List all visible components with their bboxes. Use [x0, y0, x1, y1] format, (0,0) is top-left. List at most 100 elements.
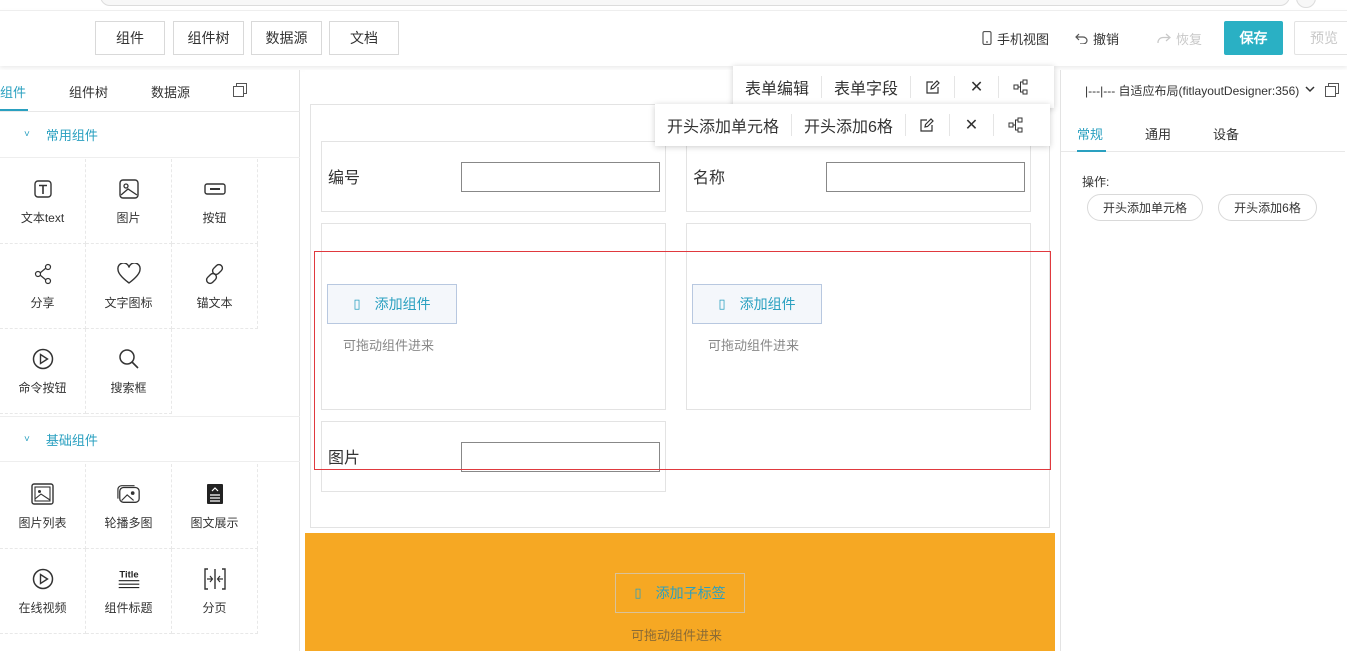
- article-icon: [203, 482, 227, 506]
- component-label: 文字图标: [104, 295, 153, 310]
- close-icon[interactable]: ✕: [955, 76, 1000, 98]
- form-fields-button[interactable]: 表单字段: [822, 76, 912, 98]
- browser-address-strip: [0, 0, 1347, 10]
- image-icon: [117, 177, 141, 201]
- redo-button[interactable]: 恢复: [1157, 28, 1202, 48]
- component-item-image-list[interactable]: 图片列表: [0, 464, 86, 549]
- text-icon: [31, 177, 55, 201]
- tab-common[interactable]: 通用: [1145, 124, 1171, 143]
- prepend-six-action-button[interactable]: 开头添加6格: [1218, 194, 1317, 221]
- prepend-cell-button[interactable]: 开头添加单元格: [655, 114, 793, 136]
- chevron-down-icon: ˅: [24, 433, 30, 445]
- heart-icon: [116, 262, 141, 286]
- form-field-name[interactable]: 名称: [686, 141, 1031, 212]
- hierarchy-icon[interactable]: [994, 114, 1038, 136]
- datasource-button[interactable]: 数据源: [251, 21, 322, 55]
- image-list-icon: [30, 482, 55, 506]
- carousel-icon: [116, 482, 141, 506]
- undo-icon: [1075, 33, 1088, 44]
- field-label: 名称: [693, 170, 726, 187]
- component-label: 在线视频: [18, 600, 67, 615]
- component-library-panel: 组件 组件树 数据源 ˅ 常用组件 文本text 图片 按钮 分享 文字图标 锚…: [0, 70, 300, 651]
- component-item-carousel[interactable]: 轮播多图: [86, 464, 172, 549]
- copy-icon[interactable]: [233, 83, 247, 100]
- section-title: 常用组件: [45, 128, 98, 143]
- form-field-number[interactable]: 编号: [321, 141, 666, 212]
- edit-icon[interactable]: [911, 76, 956, 98]
- mobile-view-label: 手机视图: [997, 31, 1050, 47]
- form-container[interactable]: 编号 名称 ▯ 添加组件 可拖动组件进来 ▯ 添加组件 可拖动组件进来 图片: [310, 104, 1051, 528]
- form-toolbar-popover: 表单编辑 表单字段 ✕: [733, 66, 1054, 108]
- save-button[interactable]: 保存: [1224, 21, 1283, 55]
- tabs-component[interactable]: ▯ 添加子标签 可拖动组件进来: [305, 533, 1055, 651]
- undo-button[interactable]: 撤销: [1075, 28, 1119, 48]
- component-item-anchor-text[interactable]: 锚文本: [172, 244, 258, 329]
- component-label: 轮播多图: [104, 515, 153, 530]
- component-item-command-button[interactable]: 命令按钮: [0, 329, 86, 414]
- tab-general[interactable]: 常规: [1077, 124, 1103, 143]
- chevron-down-icon: ˅: [24, 129, 30, 140]
- component-item-image[interactable]: 图片: [86, 159, 172, 244]
- component-label: 搜索框: [110, 380, 147, 395]
- component-item-search-box[interactable]: 搜索框: [86, 329, 172, 414]
- section-basic-components[interactable]: ˅ 基础组件: [0, 416, 300, 462]
- section-common-components[interactable]: ˅ 常用组件: [0, 112, 300, 158]
- component-item-share[interactable]: 分享: [0, 244, 86, 329]
- tab-component-tree[interactable]: 组件树: [69, 82, 108, 101]
- component-label: 按钮: [202, 210, 227, 225]
- add-child-tab-button[interactable]: ▯ 添加子标签: [615, 573, 745, 613]
- component-label: 文本text: [20, 210, 65, 225]
- browser-action-icon[interactable]: [1296, 0, 1316, 8]
- component-tree-button[interactable]: 组件树: [173, 21, 244, 55]
- title-icon: Title: [117, 567, 141, 591]
- form-edit-button[interactable]: 表单编辑: [733, 76, 823, 98]
- component-item-title[interactable]: Title 组件标题: [86, 549, 172, 634]
- add-child-tab-label: 添加子标签: [655, 585, 726, 601]
- undo-label: 撤销: [1093, 31, 1120, 47]
- address-bar[interactable]: [100, 0, 1290, 6]
- share-icon: [31, 262, 55, 286]
- drag-hint: 可拖动组件进来: [631, 628, 723, 643]
- component-path-select[interactable]: |---|--- 自适应布局(fitlayoutDesigner:356): [1085, 82, 1299, 99]
- component-item-pagination[interactable]: 分页: [172, 549, 258, 634]
- number-input[interactable]: [461, 162, 660, 192]
- active-tab-indicator: [1077, 150, 1106, 152]
- component-item-article[interactable]: 图文展示: [172, 464, 258, 549]
- hierarchy-icon[interactable]: [999, 76, 1043, 98]
- component-label: 组件标题: [104, 600, 153, 615]
- components-button[interactable]: 组件: [95, 21, 165, 55]
- redo-icon: [1157, 33, 1171, 43]
- close-icon[interactable]: ✕: [950, 114, 994, 136]
- component-item-text-icon[interactable]: 文字图标: [86, 244, 172, 329]
- copy-icon[interactable]: [1325, 83, 1339, 100]
- layout-toolbar-popover: 开头添加单元格 开头添加6格 ✕: [655, 104, 1050, 146]
- properties-panel: |---|--- 自适应布局(fitlayoutDesigner:356) 常规…: [1060, 70, 1347, 651]
- tab-device[interactable]: 设备: [1213, 124, 1239, 143]
- component-label: 图片列表: [18, 515, 67, 530]
- edit-icon[interactable]: [906, 114, 950, 136]
- mobile-view-button[interactable]: 手机视图: [982, 28, 1049, 48]
- mobile-icon: [982, 31, 992, 45]
- component-label: 图文展示: [190, 515, 239, 530]
- name-input[interactable]: [826, 162, 1025, 192]
- tab-datasource[interactable]: 数据源: [151, 82, 190, 101]
- docs-button[interactable]: 文档: [329, 21, 399, 55]
- chevron-down-icon[interactable]: [1305, 82, 1315, 97]
- component-label: 分享: [30, 295, 55, 310]
- tab-components[interactable]: 组件: [0, 82, 26, 101]
- component-path: |---|--- 自适应布局(fitlayoutDesigner:356): [1085, 84, 1300, 98]
- prepend-six-cells-button[interactable]: 开头添加6格: [792, 114, 906, 136]
- component-label: 锚文本: [196, 295, 233, 310]
- component-item-button[interactable]: 按钮: [172, 159, 258, 244]
- svg-text:Title: Title: [119, 568, 138, 579]
- preview-button[interactable]: 预览: [1294, 21, 1347, 55]
- component-item-text[interactable]: 文本text: [0, 159, 86, 244]
- selected-layout-outline: [314, 251, 1051, 470]
- actions-label: 操作:: [1082, 175, 1110, 189]
- component-label: 分页: [202, 600, 227, 615]
- button-icon: [203, 177, 227, 201]
- prepend-cell-action-button[interactable]: 开头添加单元格: [1087, 194, 1203, 221]
- link-icon: [203, 262, 227, 286]
- properties-tabs: 常规 通用 设备: [1061, 116, 1345, 152]
- component-item-video[interactable]: 在线视频: [0, 549, 86, 634]
